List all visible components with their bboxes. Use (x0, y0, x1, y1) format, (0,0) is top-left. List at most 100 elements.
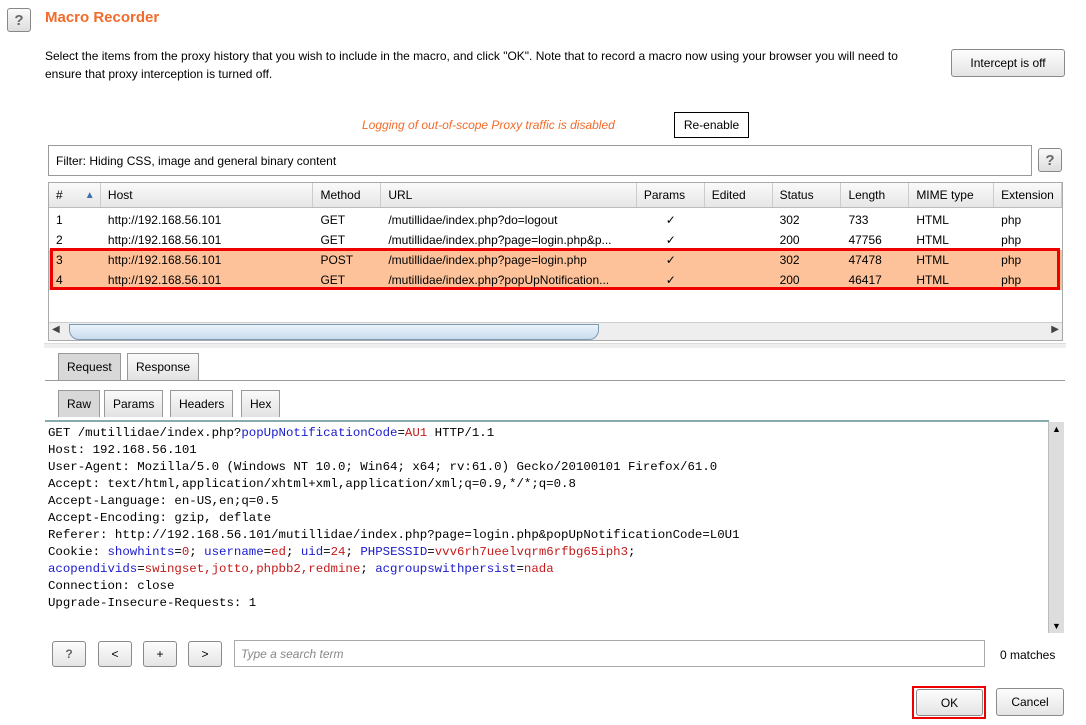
tab-request[interactable]: Request (58, 353, 121, 380)
search-add-button[interactable]: + (143, 641, 177, 667)
help-button[interactable]: ? (7, 8, 31, 32)
intercept-toggle-button[interactable]: Intercept is off (951, 49, 1065, 77)
request-text: = (397, 426, 405, 440)
request-text: Accept-Encoding: gzip, deflate (48, 511, 272, 525)
request-line: User-Agent: Mozilla/5.0 (Windows NT 10.0… (48, 459, 1046, 476)
filter-help-button[interactable]: ? (1038, 148, 1062, 172)
search-previous-button[interactable]: < (98, 641, 132, 667)
search-help-button[interactable]: ? (52, 641, 86, 667)
scroll-left-icon[interactable]: ◀ (52, 324, 60, 335)
param-value: AU1 (404, 426, 428, 440)
column-label: Host (107, 188, 133, 202)
column-label: Status (779, 188, 814, 202)
param-value: swingset,jotto,phpbb2,redmine (144, 562, 361, 576)
search-next-button[interactable]: > (188, 641, 222, 667)
cell-params: ✓ (665, 213, 676, 227)
cell-ext: php (1001, 233, 1022, 247)
reenable-button[interactable]: Re-enable (674, 112, 749, 138)
column-header-host[interactable]: Host (101, 183, 314, 207)
request-text: Cookie: (48, 545, 108, 559)
column-label: Extension (1001, 188, 1054, 202)
cell-status: 302 (779, 213, 800, 227)
cell-length: 733 (848, 213, 869, 227)
ok-button[interactable]: OK (916, 689, 983, 716)
cell-num: 1 (56, 213, 63, 227)
cell-mime: HTML (916, 233, 949, 247)
request-text: ; (345, 545, 361, 559)
column-header-edited[interactable]: Edited (705, 183, 773, 207)
request-text: = (137, 562, 145, 576)
description-text: Select the items from the proxy history … (45, 49, 898, 81)
scroll-up-icon[interactable]: ▲ (1052, 424, 1061, 434)
sort-ascending-icon: ▲ (84, 189, 95, 201)
column-header-mime[interactable]: MIME type (909, 183, 995, 207)
request-line: GET /mutillidae/index.php?popUpNotificat… (48, 425, 1046, 442)
request-line: Upgrade-Insecure-Requests: 1 (48, 595, 1046, 612)
cell-method: GET (320, 233, 346, 247)
horizontal-scrollbar[interactable]: ◀ ▶ (49, 322, 1062, 340)
param-name: uid (300, 545, 324, 559)
filter-text: Filter: Hiding CSS, image and general bi… (56, 154, 337, 168)
param-value: ed (271, 545, 286, 559)
column-label: Params (643, 188, 686, 202)
cancel-button[interactable]: Cancel (996, 688, 1064, 716)
request-text: ; (628, 545, 636, 559)
param-value: 24 (330, 545, 346, 559)
cell-status: 200 (779, 233, 800, 247)
request-text: = (427, 545, 435, 559)
request-text: ; (360, 562, 376, 576)
request-text: ; (189, 545, 205, 559)
param-value: nada (523, 562, 554, 576)
vertical-scrollbar[interactable]: ▲ ▼ (1048, 422, 1064, 633)
split-pane-divider[interactable] (44, 343, 1066, 348)
cell-mime: HTML (916, 213, 949, 227)
column-header-status[interactable]: Status (773, 183, 842, 207)
cell-method: GET (320, 213, 346, 227)
filter-bar[interactable]: Filter: Hiding CSS, image and general bi… (48, 145, 1032, 176)
column-header-url[interactable]: URL (381, 183, 637, 207)
param-name: PHPSESSID (360, 545, 428, 559)
param-name: showhints (107, 545, 175, 559)
tab-hex[interactable]: Hex (241, 390, 281, 417)
table-header: # ▲ Host Method URL Params Edited Status Length M… (49, 183, 1062, 208)
tab-raw[interactable]: Raw (58, 390, 101, 417)
column-header-num[interactable]: # ▲ (49, 183, 101, 207)
table-row[interactable]: 2 http://192.168.56.101 GET/mutillidae/ind… (49, 230, 1062, 250)
request-text: GET /mutillidae/index.php? (48, 426, 242, 440)
request-text: Accept-Language: en-US,en;q=0.5 (48, 494, 279, 508)
column-label: URL (388, 188, 413, 202)
request-line: Cookie: showhints=0; username=ed; uid=24… (48, 544, 1046, 561)
request-text: = (516, 562, 524, 576)
search-input[interactable]: Type a search term (234, 640, 985, 667)
table-row[interactable]: 1 http://192.168.56.101 GET/mutillidae/ind… (49, 210, 1062, 230)
request-text: = (263, 545, 272, 559)
request-editor[interactable]: GET /mutillidae/index.php?popUpNotificat… (45, 420, 1049, 633)
search-match-count: 0 matches (1000, 648, 1056, 662)
scrollbar-thumb[interactable] (69, 324, 599, 340)
column-label: Edited (711, 188, 746, 202)
column-label: Method (320, 188, 361, 202)
tab-params[interactable]: Params (104, 390, 164, 417)
cell-length: 47756 (848, 233, 882, 247)
dialog-title: Macro Recorder (45, 9, 160, 26)
column-header-method[interactable]: Method (313, 183, 382, 207)
scroll-down-icon[interactable]: ▼ (1052, 621, 1061, 631)
scroll-right-icon[interactable]: ▶ (1051, 324, 1059, 335)
request-line: Referer: http://192.168.56.101/mutillida… (48, 527, 1046, 544)
cell-ext: php (1001, 213, 1022, 227)
column-header-length[interactable]: Length (841, 183, 910, 207)
request-text: = (174, 545, 182, 559)
tab-response[interactable]: Response (127, 353, 200, 380)
cell-host: http://192.168.56.101 (107, 213, 222, 227)
request-text: User-Agent: Mozilla/5.0 (Windows NT 10.0… (48, 460, 718, 474)
request-line: Host: 192.168.56.101 (48, 442, 1046, 459)
column-label: Length (848, 188, 886, 202)
cell-url: /mutillidae/index.php?page=login.php&p..… (388, 233, 612, 247)
column-header-params[interactable]: Params (637, 183, 705, 207)
column-header-ext[interactable]: Extension (994, 183, 1062, 207)
column-label: MIME type (916, 188, 974, 202)
selection-highlight (50, 248, 1060, 290)
request-line: Accept: text/html,application/xhtml+xml,… (48, 476, 1046, 493)
request-text: Accept: text/html,application/xhtml+xml,… (48, 477, 576, 491)
tab-headers[interactable]: Headers (170, 390, 234, 417)
